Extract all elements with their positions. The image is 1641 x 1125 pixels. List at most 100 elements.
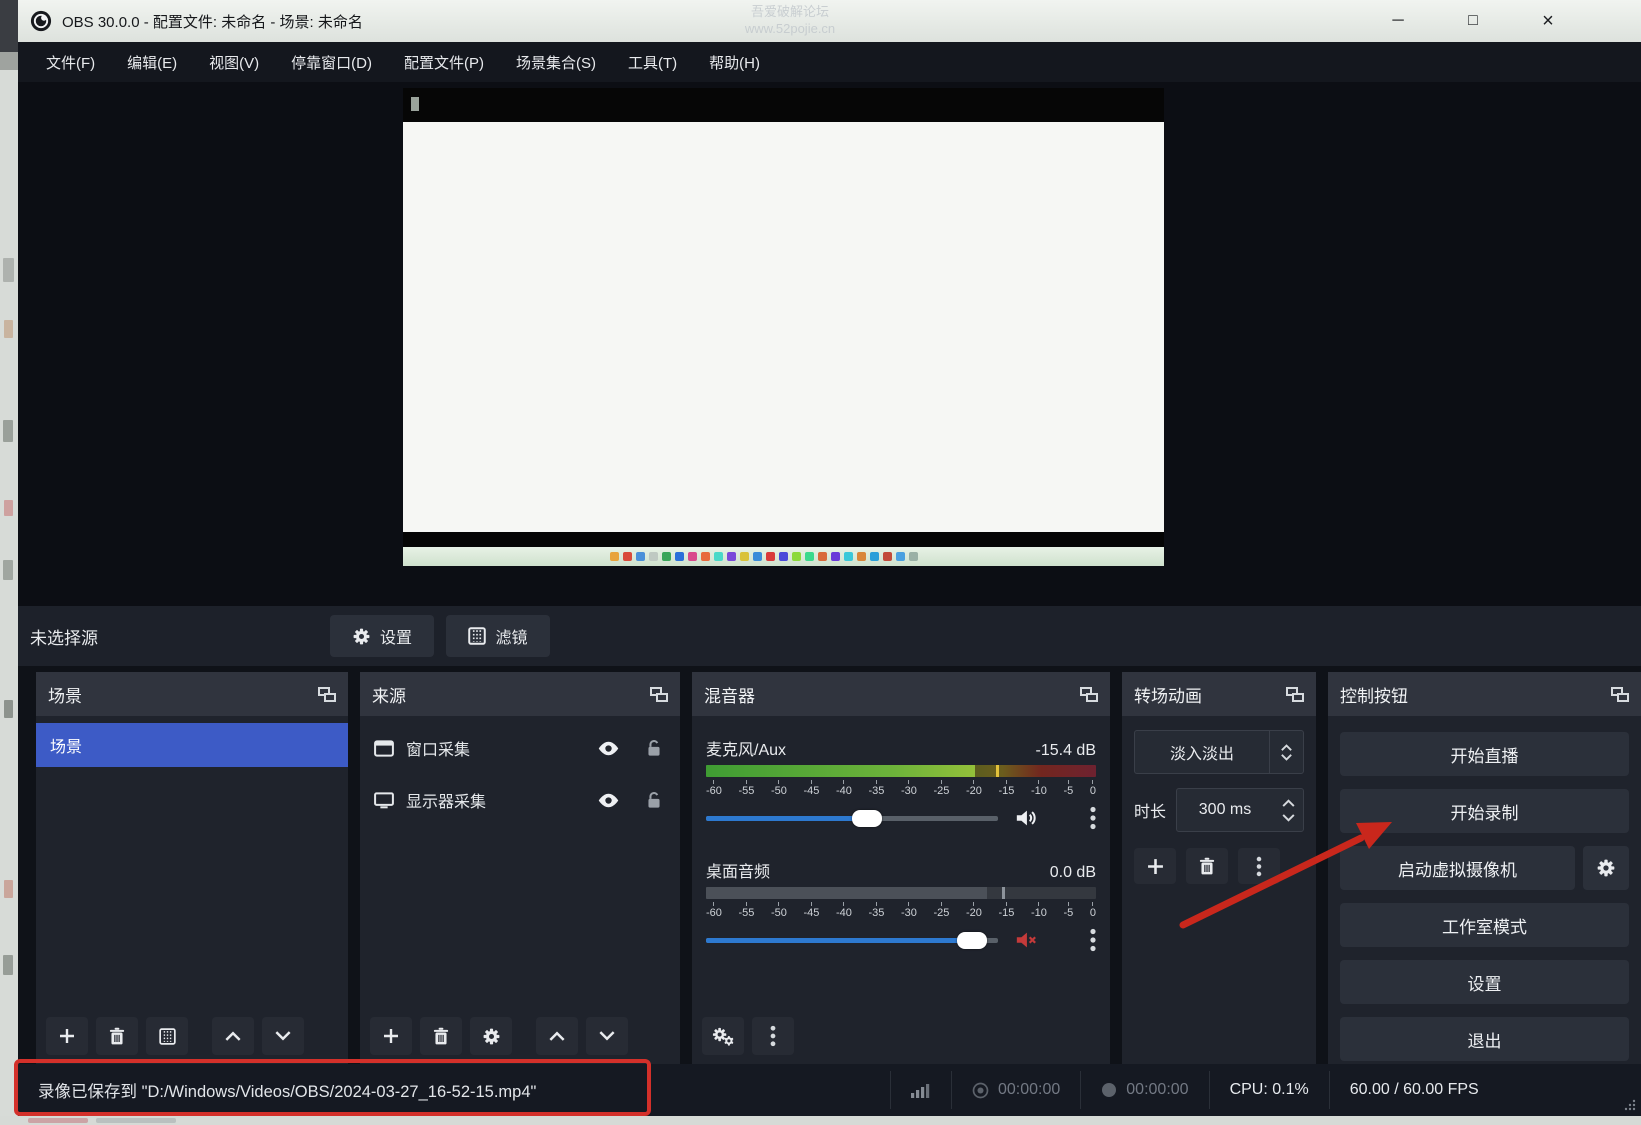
scene-filters-button[interactable]	[146, 1017, 188, 1055]
scenes-header: 场景	[36, 672, 348, 716]
source-settings-button[interactable]: 设置	[330, 615, 434, 657]
source-row-display-capture[interactable]: 显示器采集	[360, 780, 680, 820]
remove-source-button[interactable]	[420, 1017, 462, 1055]
taskbar-app-icon	[805, 552, 814, 561]
captured-black-bar-bottom	[403, 532, 1164, 547]
menu-item[interactable]: 视图(V)	[193, 42, 275, 82]
status-stats: 00:00:00 00:00:00 CPU: 0.1% 60.00 / 60.0…	[890, 1064, 1499, 1116]
taskbar-app-icon	[844, 552, 853, 561]
popout-icon[interactable]	[1611, 687, 1629, 702]
scenes-panel: 场景 场景	[36, 672, 348, 1064]
channel-menu-dots-icon[interactable]	[1090, 806, 1096, 830]
plus-icon	[59, 1028, 75, 1044]
add-source-button[interactable]	[370, 1017, 412, 1055]
studio-mode-button[interactable]: 工作室模式	[1340, 903, 1629, 947]
volume-meter	[706, 765, 1096, 777]
taskbar-app-icon	[675, 552, 684, 561]
start-virtual-camera-button[interactable]: 启动虚拟摄像机	[1340, 846, 1575, 890]
stream-timer: 00:00:00	[952, 1064, 1080, 1116]
obs-logo-icon	[30, 10, 52, 32]
move-scene-up-button[interactable]	[212, 1017, 254, 1055]
menu-item[interactable]: 配置文件(P)	[388, 42, 500, 82]
popout-icon[interactable]	[1286, 687, 1304, 702]
no-source-label: 未选择源	[30, 606, 98, 666]
taskbar-app-icon	[701, 552, 710, 561]
volume-slider-handle[interactable]	[852, 810, 882, 827]
volume-slider[interactable]	[706, 816, 998, 821]
controls-header: 控制按钮	[1328, 672, 1641, 716]
taskbar-app-icon	[610, 552, 619, 561]
settings-button[interactable]: 设置	[1340, 960, 1629, 1004]
display-capture-icon	[374, 792, 394, 809]
move-source-up-button[interactable]	[536, 1017, 578, 1055]
exit-button[interactable]: 退出	[1340, 1017, 1629, 1061]
add-transition-button[interactable]	[1134, 848, 1176, 884]
mixer-header: 混音器	[692, 672, 1110, 716]
start-recording-button[interactable]: 开始录制	[1340, 789, 1629, 833]
popout-icon[interactable]	[650, 687, 668, 702]
status-bar: 录像已保存到 "D:/Windows/Videos/OBS/2024-03-27…	[18, 1064, 1641, 1116]
source-filters-button[interactable]: 滤镜	[446, 615, 550, 657]
scenes-toolbar	[36, 1012, 348, 1060]
channel-menu-dots-icon[interactable]	[1090, 928, 1096, 952]
double-gear-icon	[712, 1027, 734, 1046]
remove-scene-button[interactable]	[96, 1017, 138, 1055]
duration-spinner[interactable]: 300 ms	[1176, 788, 1304, 832]
visibility-eye-icon[interactable]	[597, 741, 620, 756]
volume-slider-handle[interactable]	[957, 932, 987, 949]
plus-icon	[383, 1028, 399, 1044]
chevron-down-icon	[599, 1031, 615, 1041]
taskbar-app-icon	[649, 552, 658, 561]
muted-speaker-icon[interactable]	[1014, 929, 1038, 951]
sources-header: 来源	[360, 672, 680, 716]
filters-icon	[159, 1028, 176, 1045]
taskbar-app-icon	[792, 552, 801, 561]
transition-select[interactable]: 淡入淡出	[1134, 730, 1304, 774]
menu-item[interactable]: 场景集合(S)	[500, 42, 612, 82]
mixer-menu-dots-button[interactable]	[752, 1017, 794, 1055]
record-timer: 00:00:00	[1081, 1064, 1208, 1116]
resize-grip[interactable]	[1624, 1099, 1636, 1111]
volume-slider[interactable]	[706, 938, 998, 943]
plus-icon	[1147, 858, 1164, 875]
move-scene-down-button[interactable]	[262, 1017, 304, 1055]
transition-menu-dots-button[interactable]	[1238, 848, 1280, 884]
preview-canvas[interactable]	[403, 88, 1164, 566]
background-window-strip	[0, 0, 18, 1125]
taskbar-app-icon	[753, 552, 762, 561]
source-row-window-capture[interactable]: 窗口采集	[360, 728, 680, 768]
speaker-icon[interactable]	[1014, 807, 1038, 829]
menu-item[interactable]: 工具(T)	[612, 42, 693, 82]
minimize-button[interactable]: ─	[1378, 0, 1418, 42]
advanced-audio-button[interactable]	[702, 1017, 744, 1055]
obs-window: OBS 30.0.0 - 配置文件: 未命名 - 场景: 未命名 吾爱破解论坛 …	[18, 0, 1641, 1116]
lock-icon[interactable]	[646, 791, 662, 810]
trash-icon	[108, 1027, 126, 1046]
taskbar-app-icon	[857, 552, 866, 561]
popout-icon[interactable]	[318, 687, 336, 702]
close-button[interactable]: ×	[1528, 0, 1568, 42]
taskbar-app-icon	[714, 552, 723, 561]
menu-item[interactable]: 编辑(E)	[111, 42, 193, 82]
move-source-down-button[interactable]	[586, 1017, 628, 1055]
add-scene-button[interactable]	[46, 1017, 88, 1055]
maximize-button[interactable]: □	[1453, 0, 1493, 42]
gear-icon	[482, 1027, 501, 1046]
popout-icon[interactable]	[1080, 687, 1098, 702]
lock-icon[interactable]	[646, 739, 662, 758]
taskbar-app-icon	[779, 552, 788, 561]
window-controls: ─ □ ×	[1378, 0, 1568, 42]
menu-item[interactable]: 停靠窗口(D)	[275, 42, 388, 82]
virtual-camera-config-button[interactable]	[1583, 846, 1629, 890]
scene-list-item-selected[interactable]: 场景	[36, 723, 348, 767]
source-properties-button[interactable]	[470, 1017, 512, 1055]
visibility-eye-icon[interactable]	[597, 793, 620, 808]
captured-taskbar	[403, 547, 1164, 566]
start-streaming-button[interactable]: 开始直播	[1340, 732, 1629, 776]
captured-black-bar	[403, 88, 1164, 122]
menu-item[interactable]: 文件(F)	[30, 42, 111, 82]
taskbar-app-icon	[909, 552, 918, 561]
menu-item[interactable]: 帮助(H)	[693, 42, 776, 82]
remove-transition-button[interactable]	[1186, 848, 1228, 884]
taskbar-app-icon	[636, 552, 645, 561]
